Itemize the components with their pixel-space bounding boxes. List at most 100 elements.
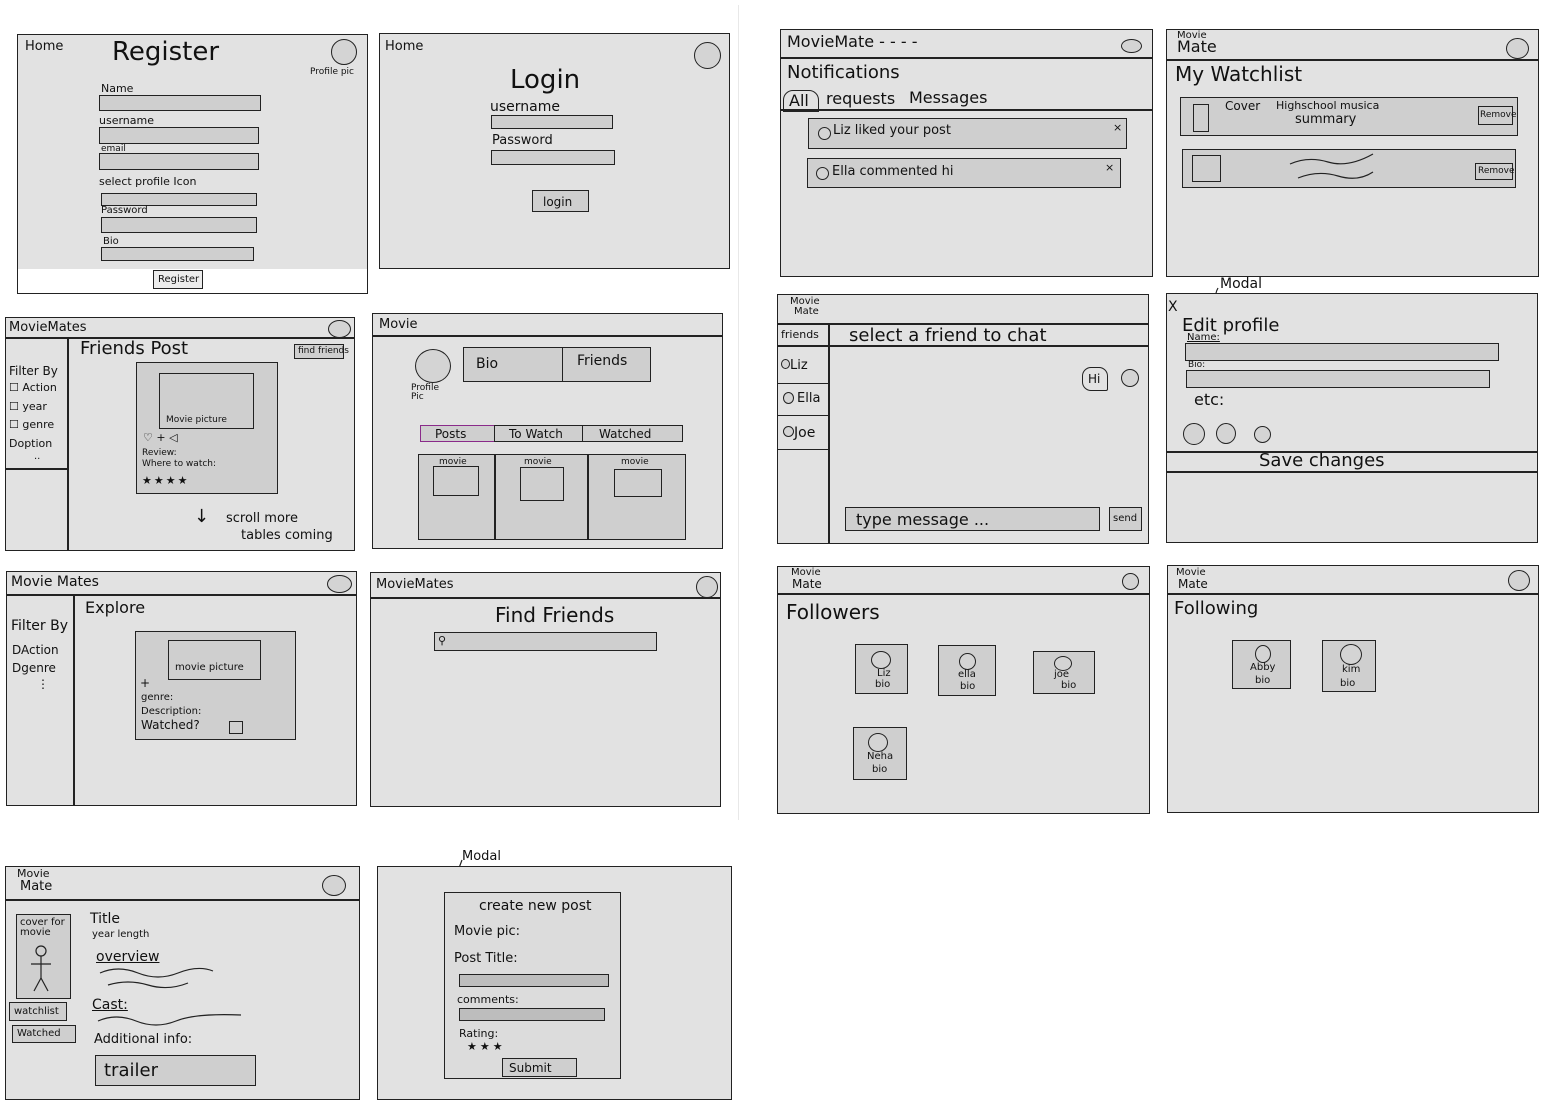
- profile-pic-icon[interactable]: [1122, 573, 1139, 590]
- email-field[interactable]: [99, 153, 259, 170]
- bio-field[interactable]: [101, 247, 254, 261]
- tab-watched[interactable]: Watched: [582, 425, 683, 442]
- filter-action[interactable]: ☐ Action: [9, 382, 57, 393]
- following-card[interactable]: Abby bio: [1232, 640, 1291, 689]
- profile-pic-icon[interactable]: [415, 349, 451, 383]
- cover-label: Cover: [1225, 99, 1261, 113]
- profile-pic-icon[interactable]: [694, 42, 721, 69]
- close-icon[interactable]: X: [1168, 300, 1178, 314]
- register-frame: Home Register Profile pic Name username …: [17, 34, 368, 294]
- movie-tile[interactable]: [433, 466, 479, 496]
- post-card[interactable]: Movie picture ♡ + ◁ Review: Where to wat…: [136, 362, 278, 494]
- watchlist-button[interactable]: watchlist: [9, 1002, 67, 1021]
- contact-item[interactable]: Ella: [778, 384, 828, 416]
- name-label: Name: [101, 82, 134, 95]
- filter-option[interactable]: Doption: [9, 438, 52, 449]
- notification-item[interactable]: Ella commented hi ×: [807, 158, 1121, 188]
- movie-picture: Movie picture: [159, 373, 254, 429]
- following-card[interactable]: kim bio: [1322, 640, 1376, 692]
- follower-card[interactable]: Neha bio: [853, 727, 907, 780]
- avatar: [868, 733, 888, 752]
- movie-tile[interactable]: [520, 467, 564, 501]
- find-friends-button[interactable]: find friends: [294, 344, 349, 359]
- save-changes-button[interactable]: Save changes: [1259, 452, 1385, 470]
- movie-cover: cover for movie: [16, 914, 71, 999]
- tab-posts[interactable]: Posts: [420, 425, 496, 442]
- username-field[interactable]: [491, 115, 613, 129]
- reaction-icons[interactable]: ♡ + ◁: [143, 432, 178, 443]
- profile-pic-icon[interactable]: [322, 875, 346, 896]
- tab-messages[interactable]: Messages: [909, 90, 987, 106]
- page-title: Notifications: [787, 62, 900, 83]
- rating-stars[interactable]: ★★★: [467, 1041, 506, 1052]
- summary-label: summary: [1295, 112, 1357, 127]
- watched-button[interactable]: Watched: [12, 1025, 76, 1043]
- remove-button[interactable]: Remove: [1475, 163, 1515, 180]
- icon-option[interactable]: [1254, 426, 1271, 443]
- watchlist-frame: Movie Mate My Watchlist Cover Highschool…: [1166, 29, 1539, 277]
- comments-label: comments:: [457, 993, 519, 1006]
- edit-profile-frame: X Edit profile Name: Bio: etc: Save chan…: [1166, 293, 1538, 543]
- register-button[interactable]: Register: [153, 270, 203, 289]
- scroll-note: scroll more: [226, 511, 298, 526]
- profile-pic-icon[interactable]: [696, 576, 718, 598]
- home-link[interactable]: Home: [25, 40, 63, 53]
- login-button[interactable]: login: [532, 190, 589, 212]
- friends-box[interactable]: Friends: [562, 347, 651, 382]
- profile-pic-label: Profile Pic: [411, 383, 439, 402]
- close-icon[interactable]: ×: [1105, 162, 1114, 173]
- app-title: MovieMates: [376, 577, 454, 592]
- close-icon[interactable]: ×: [1113, 122, 1122, 133]
- name-field[interactable]: [1185, 343, 1499, 361]
- app-title: Movie: [379, 317, 418, 332]
- contact-item[interactable]: Liz: [778, 351, 828, 384]
- avatar: [871, 651, 891, 669]
- search-input[interactable]: ⚲: [434, 632, 657, 651]
- contact-item[interactable]: Joe: [778, 416, 828, 450]
- tab-to-watch[interactable]: To Watch: [494, 425, 584, 442]
- profile-pic-icon[interactable]: [331, 39, 357, 65]
- follower-card[interactable]: joe bio: [1033, 651, 1095, 694]
- username-field[interactable]: [99, 127, 259, 144]
- filter-year[interactable]: ☐ year: [9, 401, 47, 412]
- home-link[interactable]: Home: [385, 40, 423, 53]
- chat-frame: Movie Mate friends select a friend to ch…: [777, 294, 1149, 544]
- filter-action[interactable]: DAction: [12, 644, 59, 656]
- filter-genre[interactable]: ☐ genre: [9, 419, 54, 430]
- filter-genre[interactable]: Dgenre: [12, 662, 56, 674]
- password-field[interactable]: [491, 150, 615, 165]
- tab-requests[interactable]: requests: [826, 91, 895, 107]
- movie-tile[interactable]: [614, 469, 662, 497]
- notification-item[interactable]: Liz liked your post ×: [808, 118, 1127, 149]
- profile-pic-label: Profile pic: [310, 67, 355, 77]
- remove-button[interactable]: Remove: [1478, 106, 1517, 125]
- watched-checkbox[interactable]: [229, 721, 243, 734]
- profile-pic-icon[interactable]: [1508, 570, 1530, 591]
- post-title-field[interactable]: [459, 974, 609, 987]
- profile-pic-icon[interactable]: [1121, 39, 1142, 53]
- name-field[interactable]: [99, 95, 261, 111]
- profile-pic-icon[interactable]: [1506, 38, 1529, 59]
- profile-pic-icon[interactable]: [328, 320, 351, 338]
- movie-picture: movie picture: [168, 640, 261, 680]
- movie-card[interactable]: movie picture + genre: Description: Watc…: [135, 631, 296, 740]
- watchlist-item[interactable]: Cover Highschool musica summary Remove: [1180, 97, 1518, 136]
- send-button[interactable]: send: [1109, 507, 1142, 531]
- submit-button[interactable]: Submit: [502, 1058, 577, 1077]
- password-field[interactable]: [101, 217, 257, 233]
- watched-label: Watched?: [141, 718, 200, 732]
- avatar: [816, 167, 829, 180]
- chat-bubble: Hi: [1082, 367, 1108, 391]
- bio-field[interactable]: [1186, 370, 1490, 388]
- comments-field[interactable]: [459, 1008, 605, 1021]
- trailer-button[interactable]: trailer: [95, 1055, 256, 1086]
- icon-option[interactable]: [1216, 423, 1236, 444]
- bio-box[interactable]: Bio: [463, 347, 563, 382]
- follower-card[interactable]: Liz bio: [855, 644, 908, 694]
- add-icon[interactable]: +: [140, 677, 150, 689]
- icon-option[interactable]: [1183, 423, 1205, 445]
- message-input[interactable]: type message ...: [845, 507, 1100, 531]
- follower-card[interactable]: ella bio: [938, 645, 996, 696]
- profile-pic-icon[interactable]: [327, 575, 352, 593]
- watchlist-item[interactable]: Remove: [1182, 149, 1516, 188]
